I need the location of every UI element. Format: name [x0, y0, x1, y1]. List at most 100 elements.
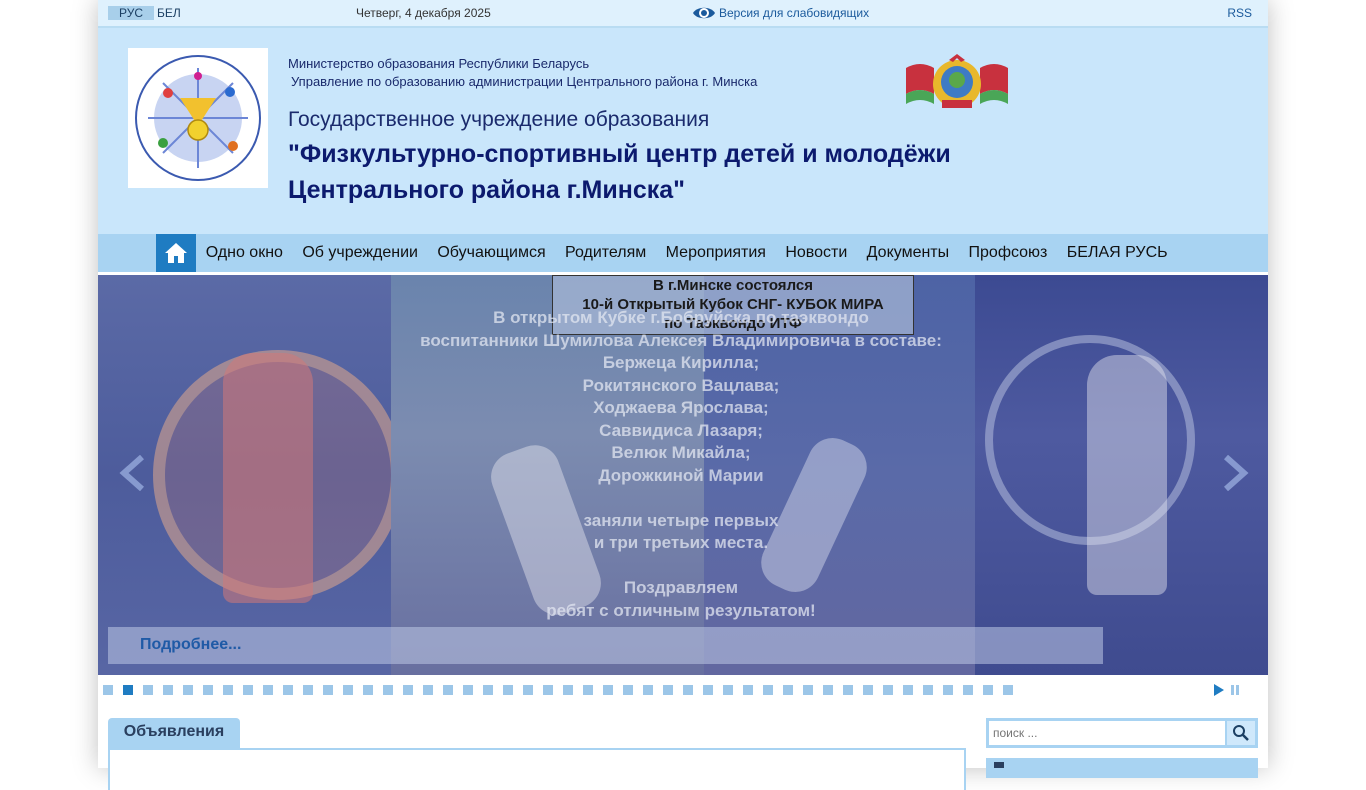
slider-dot[interactable]	[483, 685, 493, 695]
search-button[interactable]	[1227, 721, 1255, 745]
slider-dot[interactable]	[663, 685, 673, 695]
nav-item-news[interactable]: Новости	[776, 234, 857, 272]
slider-dot[interactable]	[623, 685, 633, 695]
slider-dot[interactable]	[443, 685, 453, 695]
nav-item-belaya-rus[interactable]: БЕЛАЯ РУСЬ	[1057, 234, 1177, 272]
sidebar-block-heading	[994, 762, 1004, 768]
slider-dot[interactable]	[343, 685, 353, 695]
caption-line: В г.Минске состоялся	[653, 277, 813, 294]
state-emblem-icon	[906, 54, 1008, 108]
slider-dot[interactable]	[963, 685, 973, 695]
slider-dot[interactable]	[723, 685, 733, 695]
slider-next-button[interactable]	[1220, 454, 1250, 496]
nav-item-one-window[interactable]: Одно окно	[196, 234, 293, 272]
lang-by-link[interactable]: БЕЛ	[157, 6, 181, 20]
slider-dot[interactable]	[543, 685, 553, 695]
chevron-left-icon	[119, 454, 144, 492]
slider-dot[interactable]	[303, 685, 313, 695]
slider-dot[interactable]	[1003, 685, 1013, 695]
athlete-figure	[1087, 355, 1167, 595]
slider-dot[interactable]	[883, 685, 893, 695]
slide-more-bar: Подробнее...	[108, 627, 1103, 664]
site-header: Министерство образования Республики Бела…	[98, 28, 1268, 234]
slider-dot[interactable]	[263, 685, 273, 695]
play-icon[interactable]	[1213, 684, 1225, 696]
overlay-line: заняли четыре первых	[583, 510, 779, 530]
slide-overlay-text: В открытом Кубке г.Бобруйска по таэквонд…	[391, 307, 971, 622]
slider-dot[interactable]	[783, 685, 793, 695]
slider-dot[interactable]	[523, 685, 533, 695]
overlay-line: Велюк Микайла;	[611, 443, 751, 462]
slider-dot[interactable]	[363, 685, 373, 695]
slider-dot[interactable]	[823, 685, 833, 695]
overlay-line: Поздравляем	[623, 578, 739, 597]
slider-dot[interactable]	[463, 685, 473, 695]
announcements-tab[interactable]: Объявления	[108, 718, 240, 748]
slider-dot[interactable]	[923, 685, 933, 695]
slider-dot[interactable]	[403, 685, 413, 695]
search-box	[986, 718, 1258, 748]
overlay-line: В открытом Кубке г.Бобруйска по таэквонд…	[493, 308, 869, 327]
slider-dot[interactable]	[323, 685, 333, 695]
slider-dot[interactable]	[423, 685, 433, 695]
slider-dot[interactable]	[183, 685, 193, 695]
search-input[interactable]	[989, 721, 1225, 745]
slider-dot[interactable]	[683, 685, 693, 695]
slider-dot[interactable]	[863, 685, 873, 695]
eye-icon	[693, 7, 715, 19]
chevron-right-icon	[1224, 454, 1249, 492]
slider-dot[interactable]	[943, 685, 953, 695]
overlay-line: Бержеца Кирилла;	[602, 353, 760, 372]
slider-dot[interactable]	[143, 685, 153, 695]
slider-dot[interactable]	[743, 685, 753, 695]
department-name: Управление по образованию администрации …	[291, 74, 758, 89]
slider-dot[interactable]	[803, 685, 813, 695]
overlay-line: Ходжаева Ярослава;	[593, 398, 769, 417]
nav-item-students[interactable]: Обучающимся	[428, 234, 556, 272]
nav-item-about[interactable]: Об учреждении	[293, 234, 428, 272]
announcements-panel	[108, 748, 966, 790]
nav-home-button[interactable]	[156, 234, 196, 272]
nav-item-union[interactable]: Профсоюз	[959, 234, 1057, 272]
slider-dot[interactable]	[643, 685, 653, 695]
slider-dot[interactable]	[103, 685, 113, 695]
athlete-figure	[223, 353, 313, 603]
slider-dot[interactable]	[163, 685, 173, 695]
slider-dot[interactable]	[703, 685, 713, 695]
overlay-line: Рокитянского Вацлава;	[582, 375, 780, 395]
overlay-line: Саввидиса Лазаря;	[599, 420, 763, 440]
news-slider[interactable]: В г.Минске состоялся 10-й Открытый Кубок…	[98, 275, 1268, 675]
slider-dot[interactable]	[503, 685, 513, 695]
slide-more-link[interactable]: Подробнее...	[140, 636, 241, 654]
lang-ru-button[interactable]: РУС	[108, 6, 154, 20]
nav-item-documents[interactable]: Документы	[857, 234, 959, 272]
slider-pagination	[103, 685, 1023, 695]
slider-dot[interactable]	[583, 685, 593, 695]
sidebar-block	[986, 758, 1258, 778]
slider-dot[interactable]	[243, 685, 253, 695]
slider-dot[interactable]	[283, 685, 293, 695]
vision-version-link[interactable]: Версия для слабовидящих	[692, 3, 869, 23]
rss-link[interactable]: RSS	[1227, 6, 1252, 20]
overlay-line: ребят с отличным результатом!	[546, 600, 816, 620]
nav-item-parents[interactable]: Родителям	[555, 234, 656, 272]
slider-dot[interactable]	[563, 685, 573, 695]
slider-dot[interactable]	[983, 685, 993, 695]
slider-dot[interactable]	[903, 685, 913, 695]
institution-type: Государственное учреждение образования	[288, 108, 710, 131]
slider-dot[interactable]	[843, 685, 853, 695]
site-logo[interactable]	[128, 48, 268, 188]
slider-dot[interactable]	[223, 685, 233, 695]
nav-item-events[interactable]: Мероприятия	[656, 234, 776, 272]
slider-prev-button[interactable]	[118, 454, 148, 496]
logo-emblem-icon	[135, 55, 261, 181]
slider-dot[interactable]	[383, 685, 393, 695]
pause-icon[interactable]	[1230, 684, 1240, 696]
overlay-line	[391, 487, 971, 510]
slider-dot[interactable]	[763, 685, 773, 695]
slider-dot[interactable]	[123, 685, 133, 695]
overlay-line: воспитанники Шумилова Алексея Владимиров…	[420, 330, 942, 350]
search-icon	[1233, 725, 1249, 741]
slider-dot[interactable]	[603, 685, 613, 695]
slider-dot[interactable]	[203, 685, 213, 695]
